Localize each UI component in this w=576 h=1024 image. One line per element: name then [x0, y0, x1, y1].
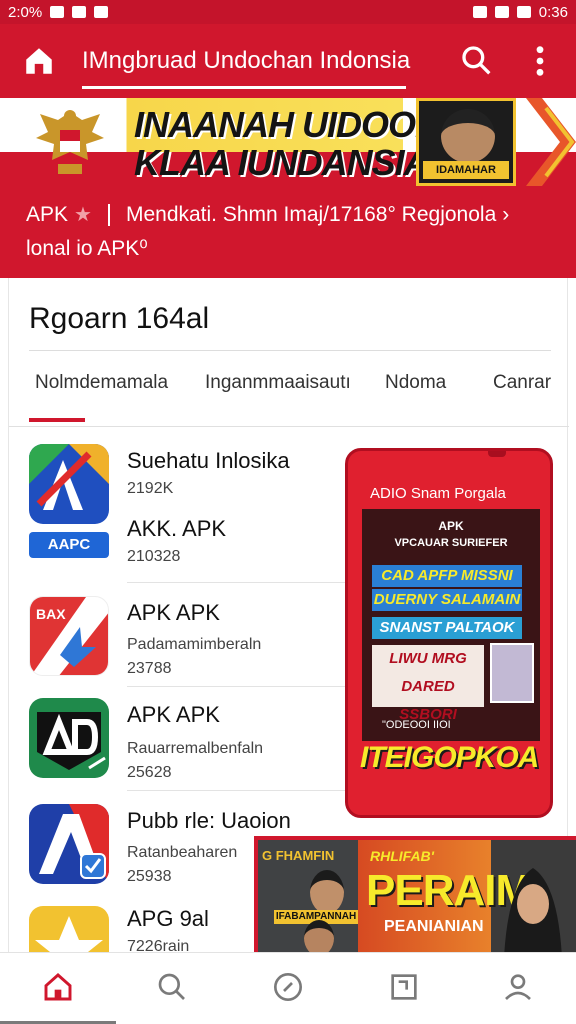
app-icon — [29, 804, 109, 884]
app-title: APG 9al — [127, 906, 209, 931]
app-icon — [29, 444, 109, 524]
app-description: Ratanbeaharen — [127, 844, 238, 861]
app-downloads: 25938 — [127, 868, 172, 885]
section-title: Rgoarn 164al — [29, 302, 210, 335]
divider — [9, 426, 569, 427]
app-description: Rauarremalbenfaln — [127, 740, 264, 757]
square-icon[interactable] — [388, 971, 420, 1003]
app-downloads: 210328 — [127, 548, 181, 565]
info-strip-line2: lonal io APK⁰ — [26, 237, 148, 260]
wifi-icon — [494, 6, 509, 18]
phone-promo: LIWU MRG DARED SSBORI — [372, 645, 484, 723]
list-item[interactable]: AAPC Suehatu Inlosika 2192K AKK. APK 210… — [9, 438, 349, 578]
app-title: Pubb rle: Uaoion — [127, 808, 291, 833]
profile-icon[interactable] — [502, 971, 534, 1003]
bottom-banner-sub: PEANIANIAN — [384, 918, 484, 935]
title-underline — [82, 86, 406, 89]
bottom-navigation — [0, 952, 576, 1024]
promo-banner[interactable]: INAANAH UIDOONAN KLAA IUNDANSIA IDAMAHAR — [0, 98, 576, 186]
list-item[interactable]: APK APK Rauarremalbenfaln 25628 — [9, 692, 349, 792]
search-icon[interactable] — [156, 971, 188, 1003]
info-strip[interactable]: APK ★ Mendkati. Shmn Imaj/17168° Regjono… — [0, 186, 576, 278]
message-icon — [94, 6, 109, 18]
chevron-right-icon[interactable]: › — [502, 203, 509, 227]
app-title-secondary: AKK. APK — [127, 516, 227, 541]
phone-screen: APK VPCAUAR SURIEFER CAD APFP MISSNI DUE… — [362, 509, 540, 741]
signal-icon — [50, 6, 65, 18]
bottom-banner-small: RHLIFAB' — [370, 848, 434, 864]
app-title: APK APK — [127, 600, 220, 625]
phone-screen-line1: APK — [438, 519, 464, 533]
phone-ad-header: ADIO Snam Porgala — [370, 485, 506, 502]
category-tabs: Nolmdemamala Inganmmaaisautı Ndoma Canra… — [9, 366, 569, 426]
app-downloads: 25628 — [127, 764, 172, 781]
separator — [107, 203, 110, 226]
app-downloads: 23788 — [127, 660, 172, 677]
app-description: Padamamimberaln — [127, 636, 262, 653]
home-icon[interactable] — [42, 971, 74, 1003]
portrait-image — [304, 920, 334, 954]
tab-1[interactable]: Nolmdemamala — [35, 372, 168, 394]
app-icon: BAX — [29, 596, 109, 676]
app-title: IMngbruad Undochan Indonsia — [82, 47, 411, 74]
home-icon[interactable] — [22, 44, 56, 78]
tab-3[interactable]: Ndoma — [385, 372, 446, 394]
star-icon: ★ — [74, 204, 92, 226]
more-options-icon[interactable] — [528, 44, 552, 78]
app-size: 2192K — [127, 480, 174, 497]
portrait-image — [441, 109, 495, 163]
status-time-left: 2:0% — [8, 3, 43, 21]
phone-ribbon-2: DUERNY SALAMAIN — [372, 589, 522, 611]
list-item[interactable]: BAX APK APK Padamamimberaln 23788 — [9, 588, 349, 688]
tab-2[interactable]: Inganmmaaisautı — [205, 372, 351, 394]
banner-card-label: IDAMAHAR — [423, 161, 509, 179]
phone-ad-cta[interactable]: ITEIGOPKOA — [360, 741, 540, 775]
divider — [127, 582, 357, 583]
phone-ribbon-1: CAD APFP MISSNI — [372, 565, 522, 587]
app-badge: AAPC — [29, 532, 109, 558]
bottom-banner-left: G FHAMFIN IFABAMPANNAH — [258, 840, 358, 954]
divider — [127, 790, 357, 791]
alarm-icon — [472, 6, 487, 18]
divider — [127, 686, 357, 687]
status-time-right: 0:36 — [538, 3, 568, 21]
divider — [29, 350, 551, 351]
app-title: Suehatu Inlosika — [127, 448, 290, 473]
bottom-promo-banner[interactable]: G FHAMFIN IFABAMPANNAH RHLIFAB' PERAIM P… — [254, 836, 576, 954]
bottom-banner-right: RHLIFAB' PERAIM PEANIANIAN — [358, 840, 576, 954]
tab-4[interactable]: Canrar — [493, 372, 551, 394]
compass-icon[interactable] — [272, 971, 304, 1003]
info-strip-text: Mendkati. Shmn Imaj/17168° Regjonola — [125, 202, 497, 226]
notification-icon — [72, 6, 87, 18]
garuda-emblem-icon — [36, 110, 104, 174]
apk-label: APK — [26, 202, 69, 226]
portrait-image — [310, 870, 344, 914]
phone-ribbon-3: SNANST PALTAOK — [372, 617, 522, 639]
app-title: APK APK — [127, 702, 220, 727]
phone-promo-image — [490, 643, 534, 703]
tab-indicator — [29, 418, 85, 422]
status-bar: 2:0% 0:36 — [0, 0, 576, 24]
chevron-decoration-icon — [526, 98, 576, 186]
app-bar: IMngbruad Undochan Indonsia — [0, 24, 576, 98]
phone-notch — [488, 451, 506, 457]
battery-icon — [516, 6, 531, 18]
phone-screen-line2: VPCAUAR SURIEFER — [394, 537, 508, 549]
bottom-banner-left-title: G FHAMFIN — [262, 848, 335, 863]
banner-portrait-card: IDAMAHAR — [416, 98, 516, 186]
phone-ad[interactable]: ADIO Snam Porgala APK VPCAUAR SURIEFER C… — [345, 448, 553, 818]
phone-mini-text: "ODEOOI IIOI — [382, 719, 451, 731]
svg-text:BAX: BAX — [36, 606, 66, 622]
app-icon — [29, 698, 109, 778]
woman-portrait-icon — [504, 868, 562, 954]
search-icon[interactable] — [460, 44, 492, 76]
